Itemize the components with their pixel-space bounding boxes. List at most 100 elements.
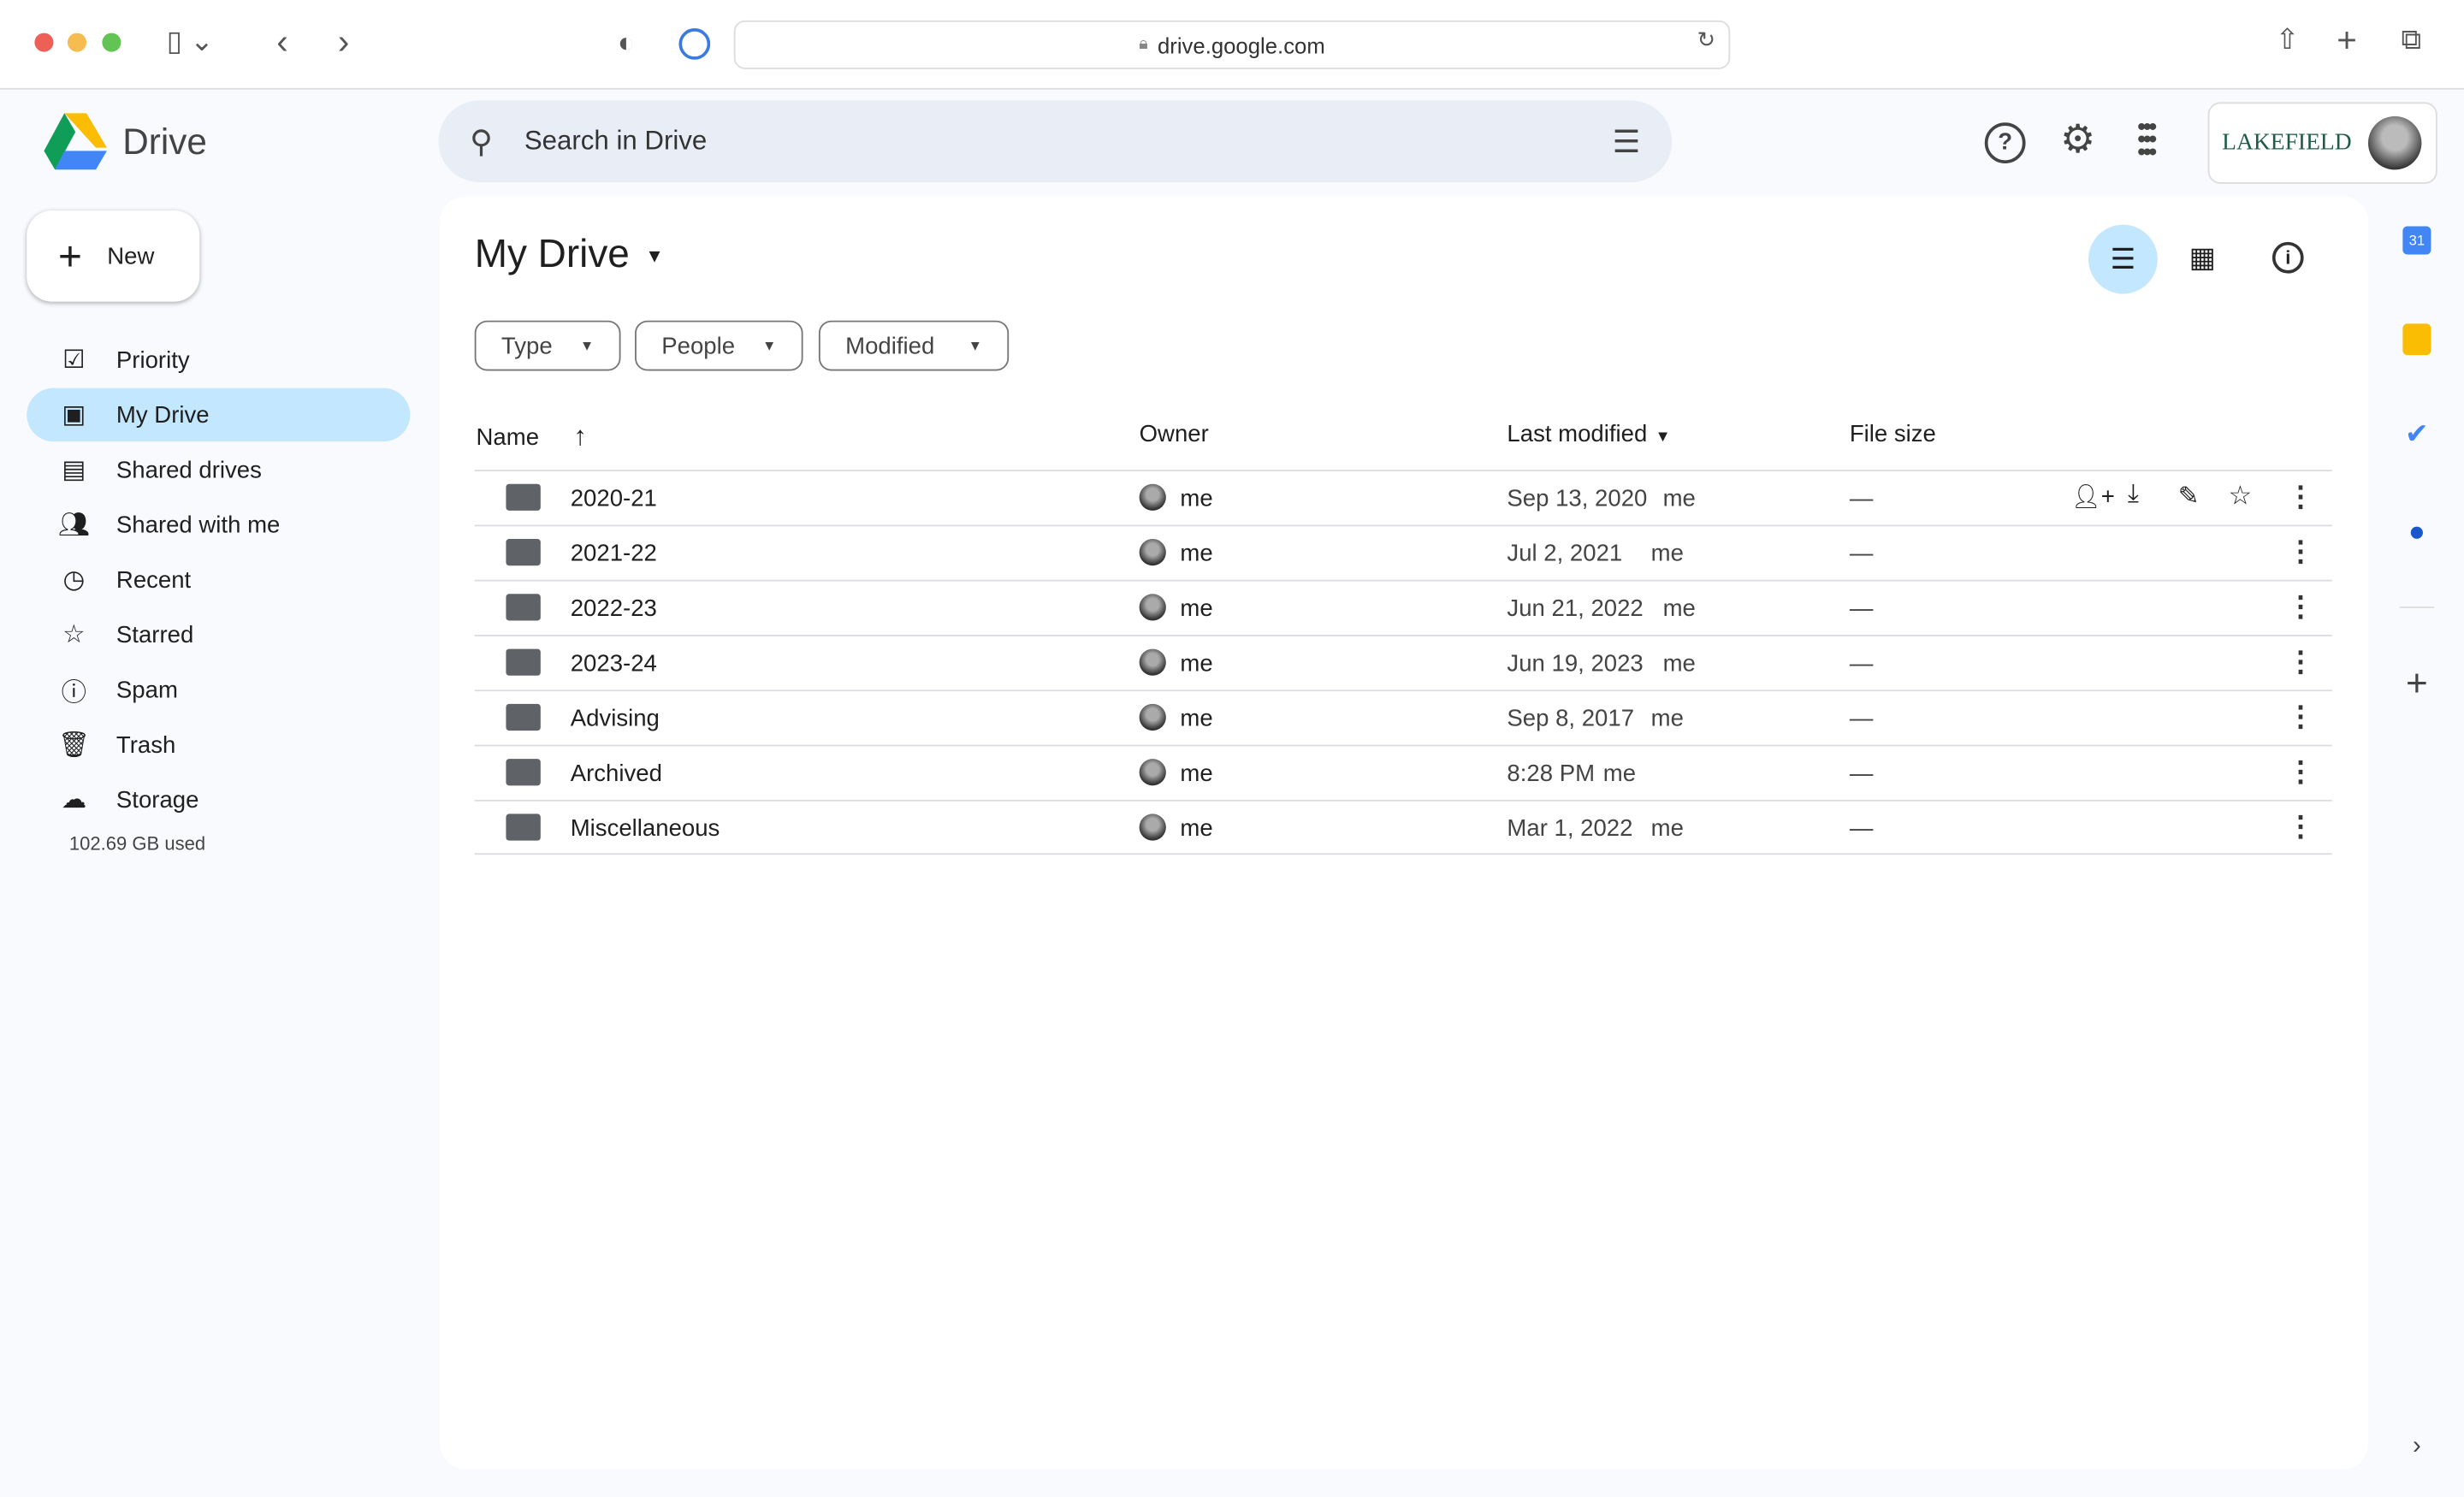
table-row[interactable]: Advising me Sep 8, 2017 me — ⋮ bbox=[474, 689, 2332, 744]
people-filter[interactable]: People ▼ bbox=[635, 320, 803, 371]
file-name[interactable]: Archived bbox=[571, 760, 662, 787]
sidebar-item-recent[interactable]: ◷ Recent bbox=[27, 553, 410, 606]
type-filter[interactable]: Type ▼ bbox=[474, 320, 621, 371]
modified-by: me bbox=[1650, 540, 1684, 568]
collapse-side-panel-icon[interactable]: › bbox=[2385, 1433, 2448, 1461]
owner-avatar bbox=[1139, 814, 1166, 841]
file-name[interactable]: 2021-22 bbox=[571, 541, 657, 567]
new-tab-icon[interactable]: + bbox=[2337, 21, 2357, 62]
name-column-header[interactable]: Name ↑ bbox=[477, 421, 588, 453]
share-person-add-icon[interactable]: 👤︎+ bbox=[2071, 482, 2115, 511]
owner: me bbox=[1180, 540, 1213, 568]
forward-icon[interactable]: › bbox=[338, 22, 349, 63]
storage-used: 102.69 GB used bbox=[68, 832, 206, 855]
more-actions-icon[interactable]: ⋮ bbox=[2286, 701, 2314, 734]
app-name: Drive bbox=[122, 121, 207, 163]
star-icon[interactable]: ☆ bbox=[2228, 481, 2252, 512]
minimize-window-button[interactable] bbox=[67, 33, 87, 52]
table-row[interactable]: 2021-22 me Jul 2, 2021 me — ⋮ bbox=[474, 524, 2332, 579]
table-row[interactable]: 2020-21 me Sep 13, 2020 me — ⋮ 👤︎+ ⤓ ✎ ☆ bbox=[474, 470, 2332, 524]
sidebar-item-label: Priority bbox=[116, 346, 190, 374]
more-actions-icon[interactable]: ⋮ bbox=[2286, 755, 2314, 789]
table-row[interactable]: Archived me 8:28 PM me — ⋮ bbox=[474, 744, 2332, 800]
settings-gear-icon[interactable]: ⚙ bbox=[2060, 116, 2095, 163]
owner: me bbox=[1180, 485, 1213, 512]
maximize-window-button[interactable] bbox=[102, 33, 121, 52]
sidebar-item-label: Storage bbox=[116, 786, 199, 814]
search-bar[interactable]: ⚲ Search in Drive ☰ bbox=[438, 100, 1673, 183]
lock-icon: 🔒︎ bbox=[1139, 34, 1148, 54]
owner-column-header[interactable]: Owner bbox=[1140, 421, 1209, 447]
owner: me bbox=[1180, 760, 1213, 788]
file-size: — bbox=[1849, 650, 1874, 677]
search-options-icon[interactable]: ☰ bbox=[1613, 121, 1641, 161]
calendar-icon[interactable]: 31 bbox=[2385, 226, 2448, 255]
apps-grid-icon[interactable]: ••• ••• ••• bbox=[2137, 115, 2157, 166]
sidebar-item-label: Trash bbox=[116, 731, 176, 759]
file-name[interactable]: Advising bbox=[571, 706, 660, 732]
file-name[interactable]: 2020-21 bbox=[571, 486, 657, 512]
sidebar-item-shared-drives[interactable]: ▤ Shared drives bbox=[27, 443, 410, 496]
grid-view-icon[interactable]: ▦ bbox=[2189, 242, 2216, 275]
owner-avatar bbox=[1139, 538, 1166, 566]
details-info-icon[interactable]: i bbox=[2272, 241, 2304, 274]
address-bar[interactable]: 🔒︎ drive.google.com bbox=[733, 20, 1731, 69]
keep-icon[interactable] bbox=[2385, 323, 2448, 356]
modified-filter[interactable]: Modified ▼ bbox=[818, 320, 1010, 371]
owner: me bbox=[1180, 815, 1213, 843]
owner-avatar bbox=[1139, 483, 1166, 511]
more-actions-icon[interactable]: ⋮ bbox=[2286, 591, 2314, 624]
sidebar-item-shared-with-me[interactable]: 👥︎ Shared with me bbox=[27, 498, 410, 551]
file-name[interactable]: 2023-24 bbox=[571, 650, 657, 677]
share-icon[interactable]: ⇧ bbox=[2276, 24, 2300, 57]
file-name[interactable]: Miscellaneous bbox=[571, 815, 720, 842]
account-button[interactable]: LAKEFIELD bbox=[2207, 102, 2437, 184]
more-actions-icon[interactable]: ⋮ bbox=[2286, 811, 2314, 844]
tabs-overview-icon[interactable]: ⧉ bbox=[2402, 24, 2422, 57]
my-drive-title-menu[interactable]: My Drive ▼ bbox=[475, 233, 664, 278]
sidebar-item-my-drive[interactable]: ▣ My Drive bbox=[27, 388, 411, 442]
get-addons-plus-icon[interactable]: + bbox=[2385, 663, 2448, 707]
sidebar-item-spam[interactable]: ⓘ Spam bbox=[27, 663, 410, 716]
owner-avatar bbox=[1139, 648, 1166, 676]
list-view-button[interactable]: ☰ bbox=[2088, 224, 2158, 294]
search-icon[interactable]: ⚲ bbox=[470, 121, 493, 161]
modified-by: me bbox=[1662, 650, 1696, 677]
search-input[interactable]: Search in Drive bbox=[524, 126, 707, 157]
sidebar-item-starred[interactable]: ☆ Starred bbox=[27, 608, 410, 661]
more-actions-icon[interactable]: ⋮ bbox=[2286, 646, 2314, 679]
sidebar-toggle-icon[interactable]: ▯ ⌄ bbox=[167, 25, 214, 58]
page-title: My Drive bbox=[474, 232, 630, 277]
file-size: — bbox=[1849, 485, 1874, 512]
reload-icon[interactable]: ↻ bbox=[1697, 27, 1716, 53]
column-label: Name bbox=[476, 423, 540, 452]
rename-pencil-icon[interactable]: ✎ bbox=[2178, 481, 2200, 512]
sidebar-item-storage[interactable]: ☁ Storage bbox=[27, 773, 410, 826]
sidebar-item-trash[interactable]: 🗑︎ Trash bbox=[27, 718, 410, 771]
new-button[interactable]: + New bbox=[27, 210, 200, 302]
table-row[interactable]: Miscellaneous me Mar 1, 2022 me — ⋮ bbox=[474, 799, 2332, 855]
download-icon[interactable]: ⤓ bbox=[2128, 481, 2139, 509]
close-window-button[interactable] bbox=[34, 33, 54, 52]
sidebar-item-priority[interactable]: ☑ Priority bbox=[27, 333, 410, 386]
table-row[interactable]: 2022-23 me Jun 21, 2022 me — ⋮ bbox=[474, 579, 2332, 635]
contacts-icon[interactable]: ● bbox=[2385, 515, 2448, 548]
shield-icon[interactable]: ◐ bbox=[618, 27, 635, 60]
more-actions-icon[interactable]: ⋮ bbox=[2286, 535, 2314, 569]
table-row[interactable]: 2023-24 me Jun 19, 2023 me — ⋮ bbox=[474, 635, 2332, 689]
column-label: Last modified bbox=[1507, 421, 1648, 448]
org-logo: LAKEFIELD bbox=[2222, 129, 2352, 155]
modified-date: Jun 19, 2023 bbox=[1507, 650, 1644, 677]
sort-ascending-icon[interactable]: ↑ bbox=[573, 421, 587, 451]
shared-folder-icon bbox=[506, 648, 541, 676]
help-icon[interactable]: ? bbox=[1984, 122, 2026, 164]
file-name[interactable]: 2022-23 bbox=[571, 595, 657, 622]
password-manager-icon[interactable] bbox=[678, 28, 711, 60]
more-actions-icon[interactable]: ⋮ bbox=[2286, 481, 2314, 514]
file-size: — bbox=[1849, 760, 1874, 788]
file-size-column-header[interactable]: File size bbox=[1850, 421, 1936, 447]
back-icon[interactable]: ‹ bbox=[276, 22, 287, 63]
last-modified-column-header[interactable]: Last modified ▼ bbox=[1507, 421, 1670, 447]
tasks-icon[interactable]: ✔ bbox=[2385, 418, 2448, 452]
my-drive-icon: ▣ bbox=[62, 402, 86, 429]
